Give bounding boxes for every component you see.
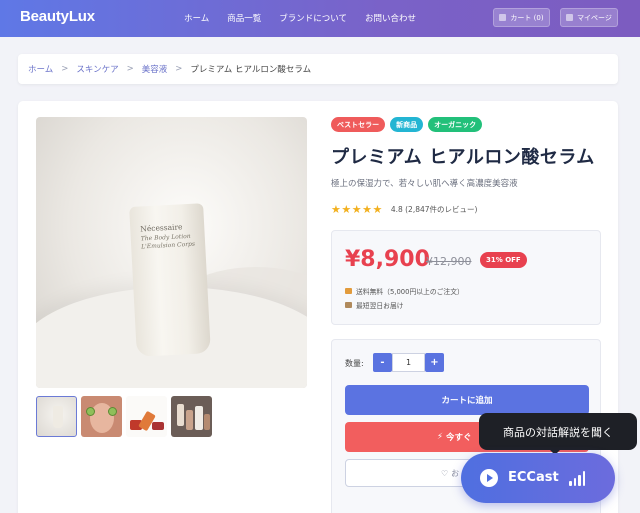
shipping-info: 送料無料（5,000円以上のご注文） (345, 286, 464, 296)
site-logo[interactable]: BeautyLux (20, 8, 95, 25)
thumbnail-1[interactable] (36, 396, 77, 437)
quantity-increase-button[interactable]: + (425, 353, 444, 372)
badge-organic: オーガニック (428, 117, 483, 132)
badge-new: 新商品 (390, 117, 424, 132)
site-header: BeautyLux ホーム 商品一覧 ブランドについて お問い合わせ カート (… (0, 0, 640, 37)
user-icon (566, 14, 574, 21)
product-rating: ★★★★★ 4.8 (2,847件のレビュー) (331, 203, 477, 216)
original-price: ¥12,900 (426, 255, 472, 268)
quantity-label: 数量: (345, 359, 364, 368)
tube-brand-text: Nécessaire (140, 222, 183, 234)
truck-icon (345, 288, 352, 294)
lightning-icon: ⚡ (437, 432, 443, 442)
breadcrumb-separator: > (126, 64, 134, 74)
thumbnail-2[interactable] (81, 396, 122, 437)
breadcrumb-skincare[interactable]: スキンケア (76, 63, 118, 75)
breadcrumb-separator: > (61, 64, 69, 74)
play-icon (480, 469, 498, 487)
thumbnail-3[interactable] (126, 396, 167, 437)
main-nav: ホーム 商品一覧 ブランドについて お問い合わせ (184, 12, 416, 24)
nav-contact[interactable]: お問い合わせ (365, 12, 416, 24)
nav-home[interactable]: ホーム (184, 12, 209, 24)
product-title: プレミアム ヒアルロン酸セラム (331, 147, 595, 168)
rating-text[interactable]: 4.8 (2,847件のレビュー) (391, 204, 478, 215)
tube-product-text: The Body Lotion L'Emulsion Corps (140, 232, 196, 251)
mypage-button-label: マイページ (577, 13, 612, 22)
star-icon: ★★★★★ (331, 203, 383, 216)
heart-icon: ♡ (441, 468, 449, 478)
breadcrumb-separator: > (175, 64, 183, 74)
badge-bestseller: ベストセラー (331, 117, 386, 132)
delivery-info: 最短翌日お届け (345, 300, 404, 310)
discount-badge: 31% OFF (480, 252, 527, 268)
mypage-button[interactable]: マイページ (560, 8, 618, 27)
product-subtitle: 極上の保湿力で、若々しい肌へ導く高濃度美容液 (331, 179, 518, 189)
breadcrumb-home[interactable]: ホーム (28, 63, 53, 75)
thumbnail-4[interactable] (171, 396, 212, 437)
cart-button[interactable]: カート (0) (493, 8, 550, 27)
lotion-tube: Nécessaire The Body Lotion L'Emulsion Co… (129, 203, 211, 357)
breadcrumb: ホーム > スキンケア > 美容液 > プレミアム ヒアルロン酸セラム (18, 54, 618, 84)
cart-button-label: カート (0) (510, 13, 544, 22)
product-badges: ベストセラー 新商品 オーガニック (331, 117, 483, 132)
price-box: ¥8,900 ¥12,900 31% OFF 送料無料（5,000円以上のご注文… (331, 230, 601, 325)
quantity-input[interactable] (392, 353, 425, 372)
breadcrumb-serum[interactable]: 美容液 (142, 63, 168, 75)
audio-bars-icon (569, 470, 585, 486)
current-price: ¥8,900 (345, 247, 430, 272)
thumbnail-strip (36, 396, 212, 437)
cart-icon (499, 14, 507, 21)
breadcrumb-current: プレミアム ヒアルロン酸セラム (190, 65, 312, 75)
eccast-label: ECCast (508, 470, 559, 485)
eccast-tooltip: 商品の対話解説を聞く (479, 413, 637, 455)
add-to-cart-button[interactable]: カートに追加 (345, 385, 589, 415)
nav-about-brand[interactable]: ブランドについて (279, 12, 347, 24)
nav-products[interactable]: 商品一覧 (227, 12, 261, 24)
product-main-image[interactable]: Nécessaire The Body Lotion L'Emulsion Co… (36, 117, 307, 388)
package-icon (345, 302, 352, 308)
eccast-widget-button[interactable]: ECCast (461, 453, 615, 503)
quantity-decrease-button[interactable]: - (373, 353, 392, 372)
